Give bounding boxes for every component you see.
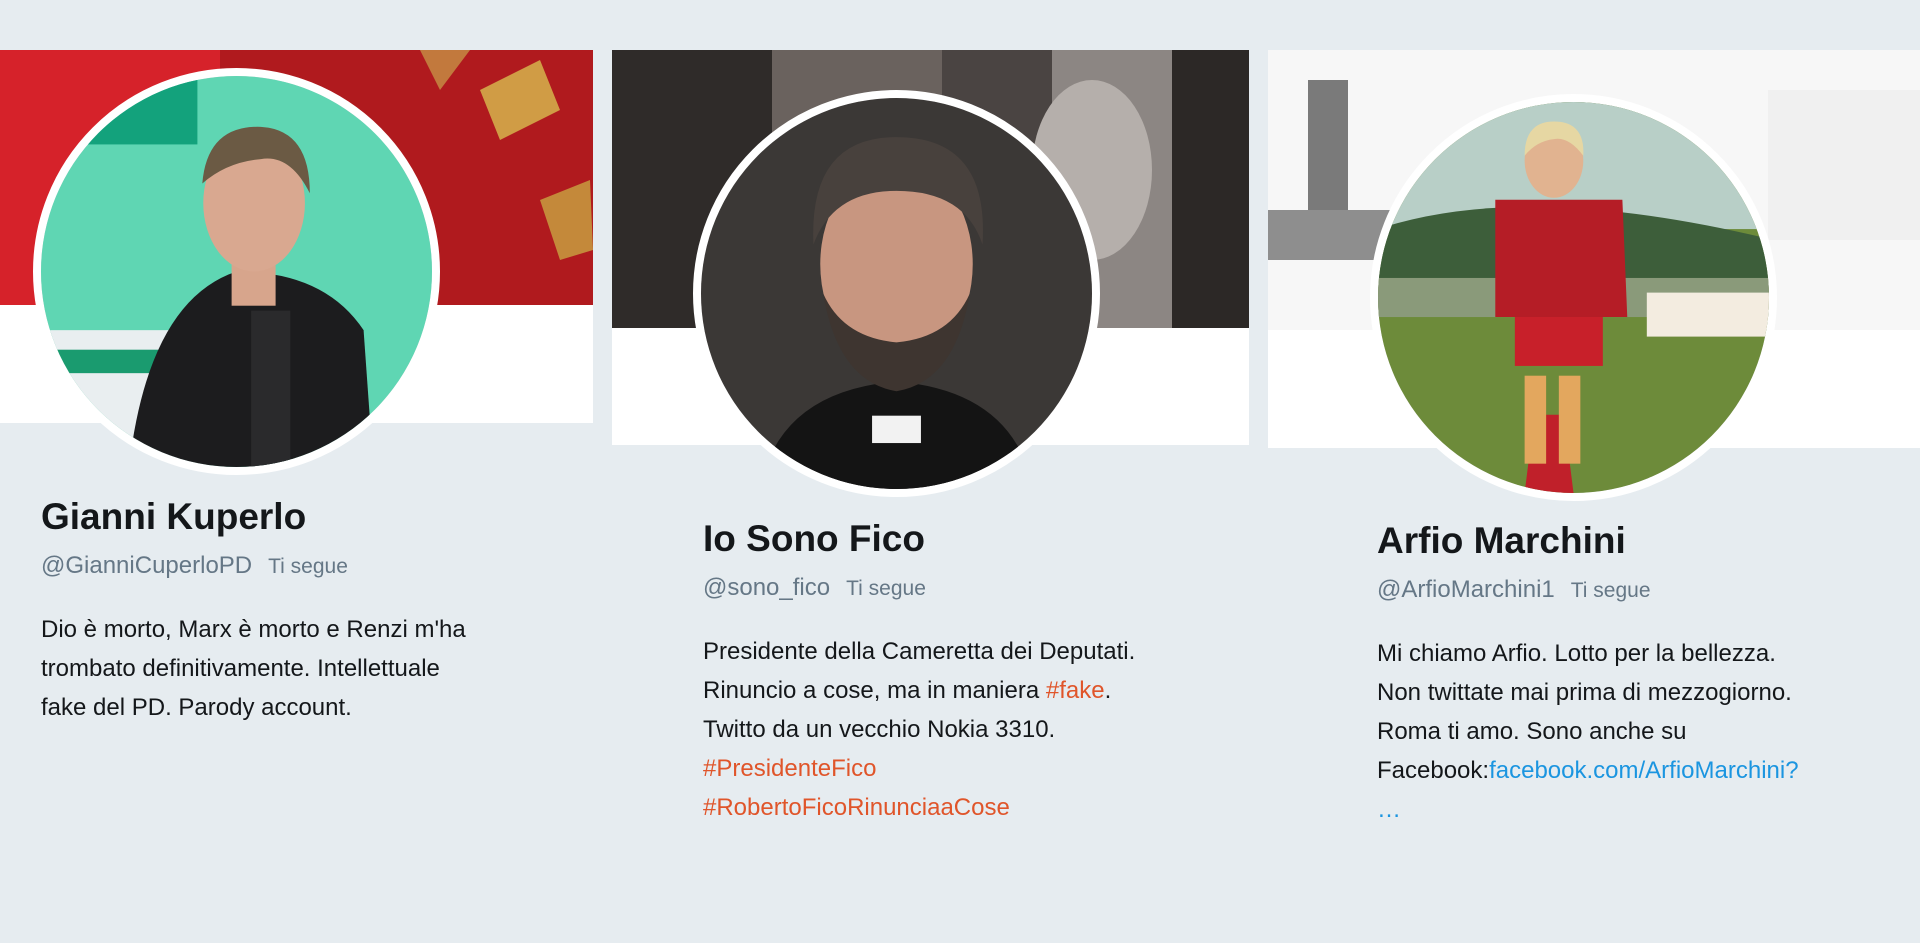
profile-name-1[interactable]: Gianni Kuperlo (41, 496, 306, 538)
bio-line: Dio è morto, Marx è morto e Renzi m'ha (41, 616, 466, 643)
bio-line: Non twittate mai prima di mezzogiorno. (1377, 679, 1792, 706)
handle-row-2: @sono_fico Ti segue (703, 574, 926, 602)
follows-you-badge-1: Ti segue (268, 555, 348, 578)
bio-line: fake del PD. Parody account. (41, 694, 352, 721)
handle-row-3: @ArfioMarchini1 Ti segue (1377, 576, 1651, 604)
profile-handle-2[interactable]: @sono_fico (703, 574, 830, 601)
profile-name-3[interactable]: Arfio Marchini (1377, 520, 1626, 562)
profile-bio-2: Presidente della Cameretta dei Deputati.… (703, 632, 1135, 827)
avatar-3[interactable] (1370, 94, 1777, 501)
profile-name-2[interactable]: Io Sono Fico (703, 518, 925, 560)
bio-line: trombato definitivamente. Intellettuale (41, 655, 440, 682)
hashtag-link[interactable]: #RobertoFicoRinunciaaCose (703, 788, 1135, 827)
bio-url-link[interactable]: facebook.com/ArfioMarchini? (1489, 757, 1798, 784)
profile-handle-1[interactable]: @GianniCuperloPD (41, 552, 252, 579)
bio-url-ellipsis[interactable]: … (1377, 790, 1799, 829)
profile-handle-3[interactable]: @ArfioMarchini1 (1377, 576, 1555, 603)
handle-row-1: @GianniCuperloPD Ti segue (41, 552, 348, 580)
hashtag-link[interactable]: #fake (1046, 677, 1105, 704)
hashtag-link[interactable]: #PresidenteFico (703, 749, 1135, 788)
profile-bio-3: Mi chiamo Arfio. Lotto per la bellezza. … (1377, 634, 1799, 829)
bio-line: Presidente della Cameretta dei Deputati. (703, 638, 1136, 665)
bio-line: Mi chiamo Arfio. Lotto per la bellezza. (1377, 640, 1776, 667)
bio-line: Facebook:facebook.com/ArfioMarchini? (1377, 757, 1799, 784)
bio-line: Rinuncio a cose, ma in maniera #fake. (703, 677, 1112, 704)
avatar-1[interactable] (33, 68, 440, 475)
avatar-2[interactable] (693, 90, 1100, 497)
profile-bio-1: Dio è morto, Marx è morto e Renzi m'ha t… (41, 610, 466, 727)
follows-you-badge-2: Ti segue (846, 577, 926, 600)
follows-you-badge-3: Ti segue (1570, 579, 1651, 602)
bio-line: Twitto da un vecchio Nokia 3310. (703, 716, 1056, 743)
bio-line: Roma ti amo. Sono anche su (1377, 718, 1687, 745)
